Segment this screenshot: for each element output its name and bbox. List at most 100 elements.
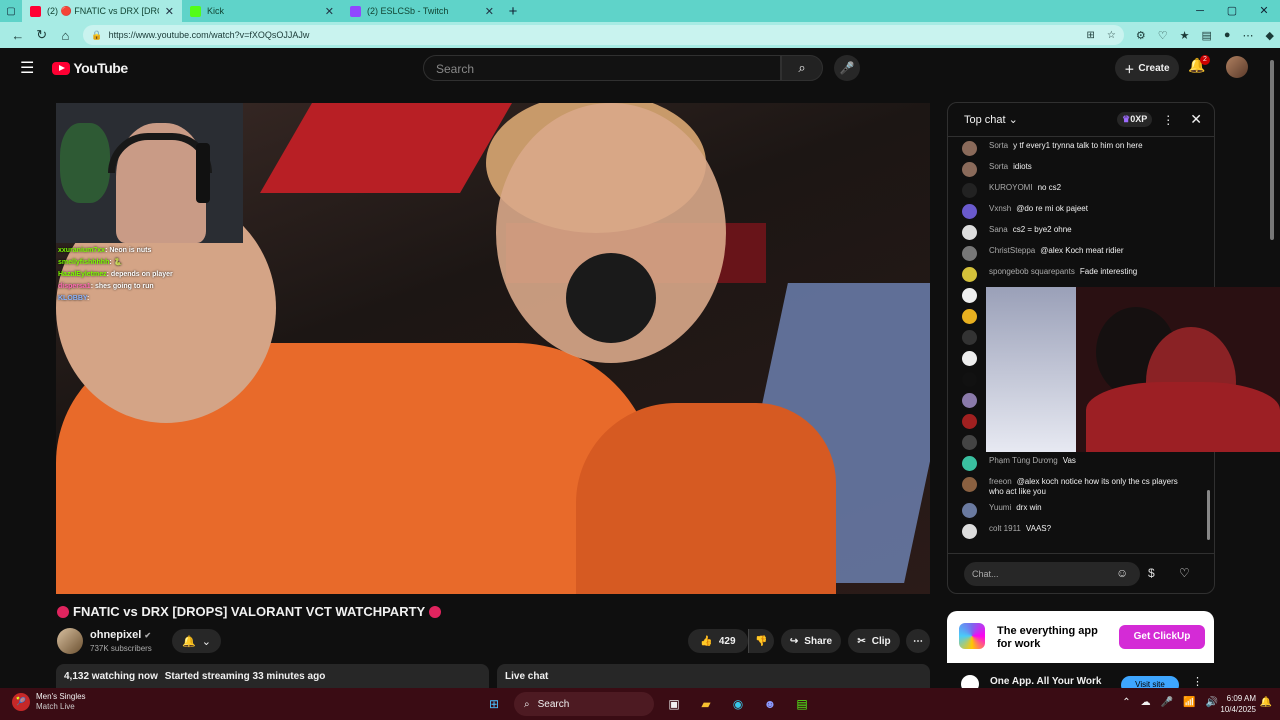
chat-input[interactable]: Chat...	[964, 562, 1140, 586]
chat-message[interactable]: Sorta idiots	[948, 159, 1208, 180]
chat-avatar[interactable]	[962, 351, 977, 366]
more-icon[interactable]: ⋯	[1243, 29, 1254, 42]
search-button[interactable]: ⌕	[781, 55, 823, 81]
chat-avatar[interactable]	[962, 477, 977, 492]
channel-avatar[interactable]	[57, 628, 83, 654]
chat-author[interactable]: Sana	[989, 225, 1008, 234]
chat-message[interactable]: Sana cs2 = bye2 ohne	[948, 222, 1208, 243]
chevron-up-icon[interactable]: ⌃	[1122, 697, 1130, 708]
more-actions-button[interactable]: ⋯	[906, 629, 930, 653]
chat-avatar[interactable]	[962, 141, 977, 156]
chat-avatar[interactable]	[962, 162, 977, 177]
chat-message[interactable]: spongebob squarepants Fade interesting	[948, 264, 1208, 285]
heart-icon[interactable]: ♡	[1179, 566, 1190, 580]
chat-author[interactable]: spongebob squarepants	[989, 267, 1075, 276]
favorite-star-icon[interactable]: ☆	[1107, 30, 1116, 41]
hamburger-menu-icon[interactable]: ☰	[20, 58, 34, 78]
volume-icon[interactable]: 🔊	[1206, 697, 1218, 708]
chat-author[interactable]: Yuumi	[989, 503, 1011, 512]
chat-message[interactable]: Yuumi drx win	[948, 500, 1208, 521]
page-scrollbar[interactable]	[1270, 60, 1274, 680]
clickup-ad[interactable]: The everything app for work Get ClickUp	[947, 611, 1214, 663]
url-field[interactable]: 🔒 https://www.youtube.com/watch?v=fXOQsO…	[83, 25, 1124, 45]
chat-author[interactable]: freeon	[989, 477, 1012, 486]
dislike-button[interactable]: 👎	[748, 629, 774, 653]
chat-avatar[interactable]	[962, 414, 977, 429]
taskbar-search[interactable]: ⌕ Search	[514, 692, 654, 716]
chat-avatar[interactable]	[962, 183, 977, 198]
clip-button[interactable]: ✂ Clip	[848, 629, 900, 653]
chat-avatar[interactable]	[962, 246, 977, 261]
news-widget[interactable]: 🎾 Men's Singles Match Live	[12, 692, 86, 712]
chat-mode-dropdown[interactable]: Top chat ⌄	[964, 113, 1117, 126]
chat-message[interactable]: Vxnsh @do re mi ok pajeet	[948, 201, 1208, 222]
chat-avatar[interactable]	[962, 435, 977, 450]
cloud-icon[interactable]: ☁	[1141, 697, 1151, 708]
search-input[interactable]: Search	[423, 55, 781, 81]
chat-message[interactable]: KUROYOMI no cs2	[948, 180, 1208, 201]
chat-avatar[interactable]	[962, 204, 977, 219]
create-button[interactable]: ＋ Create	[1115, 55, 1179, 81]
chat-author[interactable]: KUROYOMI	[989, 183, 1033, 192]
chat-avatar[interactable]	[962, 330, 977, 345]
close-tab-icon[interactable]: ✕	[325, 5, 334, 18]
chat-avatar[interactable]	[962, 267, 977, 282]
close-window-icon[interactable]: ✕	[1248, 0, 1280, 22]
chat-message[interactable]: colt 1911 VAAS?	[948, 521, 1208, 542]
super-chat-icon[interactable]: $	[1148, 566, 1155, 580]
chat-author[interactable]: ChristSteppa	[989, 246, 1035, 255]
chat-author[interactable]: Vxnsh	[989, 204, 1011, 213]
minimize-icon[interactable]: ─	[1184, 0, 1216, 22]
youtube-logo[interactable]: YouTube	[52, 60, 128, 76]
extensions-icon[interactable]: ⚙	[1136, 29, 1146, 42]
tab-twitch[interactable]: (2) ESLCSb - Twitch ✕	[342, 0, 502, 22]
chat-avatar[interactable]	[962, 503, 977, 518]
windows-start-icon[interactable]: ⊞	[482, 692, 506, 716]
collections-icon[interactable]: ▤	[1201, 29, 1211, 42]
description-box[interactable]: 4,132 watching now Started streaming 33 …	[56, 664, 489, 688]
edge-browser-icon[interactable]: ◉	[726, 692, 750, 716]
chat-avatar[interactable]	[962, 372, 977, 387]
app-available-icon[interactable]: ⊞	[1086, 30, 1094, 41]
home-icon[interactable]: ⌂	[54, 28, 78, 43]
chat-avatar[interactable]	[962, 288, 977, 303]
channel-name[interactable]: ohnepixel ✔	[90, 629, 151, 641]
account-avatar[interactable]	[1226, 56, 1248, 78]
subscription-bell-button[interactable]: 🔔 ⌄	[172, 629, 221, 653]
task-view-icon[interactable]: ▣	[662, 692, 686, 716]
refresh-icon[interactable]: ↻	[30, 27, 54, 43]
like-button[interactable]: 👍 429	[688, 629, 748, 653]
notification-center-icon[interactable]: 🔔	[1260, 697, 1272, 708]
profile-icon[interactable]: ●	[1224, 29, 1231, 42]
chat-avatar[interactable]	[962, 393, 977, 408]
chat-avatar[interactable]	[962, 309, 977, 324]
get-clickup-button[interactable]: Get ClickUp	[1119, 625, 1205, 649]
chat-avatar[interactable]	[962, 524, 977, 539]
chat-author[interactable]: Sorta	[989, 141, 1008, 150]
picture-in-picture-video[interactable]	[986, 287, 1280, 452]
microphone-icon[interactable]: 🎤	[1161, 697, 1173, 708]
copilot-icon[interactable]: ◆	[1266, 29, 1274, 42]
maximize-icon[interactable]: ▢	[1216, 0, 1248, 22]
emoji-icon[interactable]: ☺	[1116, 566, 1128, 580]
favorites-icon[interactable]: ★	[1180, 29, 1190, 42]
browser-essentials-icon[interactable]: ♡	[1158, 29, 1168, 42]
file-explorer-icon[interactable]: ▰	[694, 692, 718, 716]
chat-author[interactable]: colt 1911	[989, 524, 1021, 533]
new-tab-button[interactable]: +	[502, 3, 524, 20]
chat-message[interactable]: freeon @alex koch notice how its only the…	[948, 474, 1208, 500]
close-tab-icon[interactable]: ✕	[165, 5, 174, 18]
tab-kick[interactable]: Kick ✕	[182, 0, 342, 22]
chat-message[interactable]: Sorta y tf every1 trynna talk to him on h…	[948, 138, 1208, 159]
voice-search-button[interactable]: 🎤	[834, 55, 860, 81]
share-button[interactable]: ↪ Share	[781, 629, 841, 653]
chat-message[interactable]: ChristSteppa @alex Koch meat ridier	[948, 243, 1208, 264]
chat-message[interactable]: Phạm Tùng Dương Vas	[948, 453, 1208, 474]
tab-youtube[interactable]: (2) 🔴 FNATIC vs DRX [DROPS ✕	[22, 0, 182, 22]
tab-actions-icon[interactable]: ▢	[0, 0, 22, 22]
close-chat-icon[interactable]: ✕	[1190, 111, 1202, 128]
taskbar-clock[interactable]: 6:09 AM 10/4/2025	[1220, 693, 1256, 715]
xp-badge[interactable]: ♛0XP	[1117, 112, 1153, 127]
chat-more-icon[interactable]: ⋮	[1162, 113, 1174, 127]
chat-author[interactable]: Sorta	[989, 162, 1008, 171]
